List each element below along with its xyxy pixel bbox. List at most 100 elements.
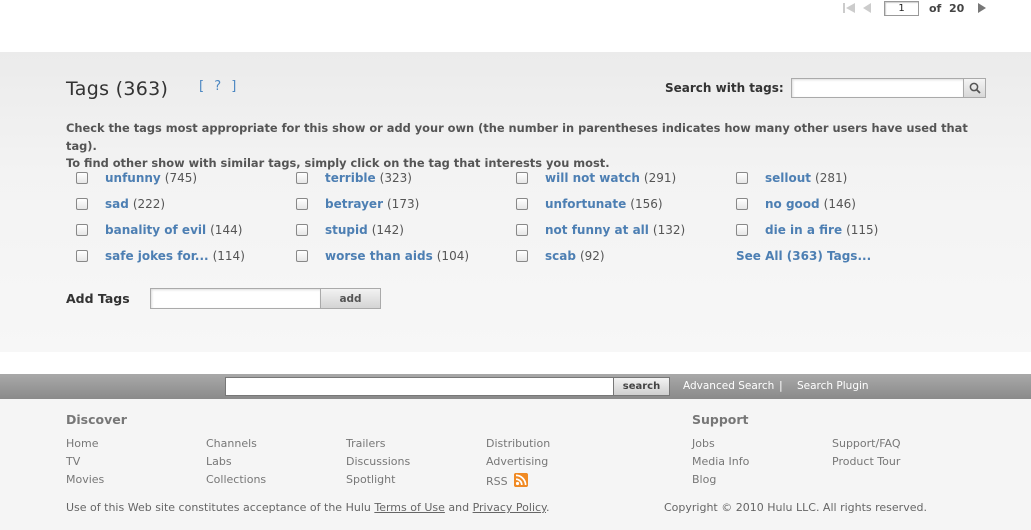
terms-of-use-link[interactable]: Terms of Use	[374, 501, 445, 514]
next-page-icon[interactable]	[977, 2, 987, 14]
tag-checkbox[interactable]	[736, 198, 748, 210]
tags-instructions: Check the tags most appropriate for this…	[66, 120, 986, 173]
footer-link-tv[interactable]: TV	[66, 455, 80, 468]
first-page-icon[interactable]	[843, 2, 856, 14]
footer-link-home[interactable]: Home	[66, 437, 98, 450]
see-all-tags-link[interactable]: See All (363) Tags...	[736, 249, 871, 263]
tag-checkbox[interactable]	[76, 224, 88, 236]
tag-item: safe jokes for... (114)	[76, 248, 245, 264]
footer-link-blog[interactable]: Blog	[692, 473, 716, 486]
footer-search-button[interactable]: search	[613, 377, 670, 396]
tag-link[interactable]: terrible	[325, 171, 376, 185]
tag-link[interactable]: stupid	[325, 223, 368, 237]
pager-strip: of 20	[0, 0, 1031, 52]
add-tags-input[interactable]	[150, 288, 321, 309]
tag-item: terrible (323)	[296, 170, 412, 186]
tag-item: no good (146)	[736, 196, 856, 212]
copyright-notice: Copyright © 2010 Hulu LLC. All rights re…	[664, 501, 927, 514]
footer-link-labs[interactable]: Labs	[206, 455, 232, 468]
pager-total-pages: 20	[949, 2, 965, 15]
rss-icon[interactable]	[514, 473, 528, 487]
footer-link-rss[interactable]: RSS	[486, 475, 508, 488]
tag-link[interactable]: betrayer	[325, 197, 383, 211]
tag-checkbox[interactable]	[76, 198, 88, 210]
legal-suffix: .	[546, 501, 550, 514]
tag-item: stupid (142)	[296, 222, 404, 238]
tag-item: sad (222)	[76, 196, 165, 212]
footer-search-input[interactable]	[225, 377, 614, 396]
tag-link[interactable]: unfortunate	[545, 197, 626, 211]
tag-item: worse than aids (104)	[296, 248, 469, 264]
tag-checkbox[interactable]	[296, 224, 308, 236]
tag-count: (156)	[630, 197, 663, 211]
tag-search-button[interactable]	[963, 78, 986, 98]
tag-item: unfortunate (156)	[516, 196, 663, 212]
tag-count: (104)	[436, 249, 470, 263]
tag-count: (173)	[387, 197, 420, 211]
footer-link-advertising[interactable]: Advertising	[486, 455, 548, 468]
footer-link-media-info[interactable]: Media Info	[692, 455, 749, 468]
footer-link-spotlight[interactable]: Spotlight	[346, 473, 395, 486]
advanced-search-link[interactable]: Advanced Search	[683, 380, 774, 392]
tag-link[interactable]: die in a fire	[765, 223, 842, 237]
page-number-input[interactable]	[884, 1, 919, 16]
tags-help-link[interactable]: [ ? ]	[199, 79, 239, 94]
tag-link[interactable]: safe jokes for...	[105, 249, 209, 263]
tag-item: betrayer (173)	[296, 196, 419, 212]
footer-link-distribution[interactable]: Distribution	[486, 437, 550, 450]
support-heading: Support	[692, 412, 749, 427]
privacy-policy-link[interactable]: Privacy Policy	[473, 501, 546, 514]
tag-checkbox[interactable]	[516, 224, 528, 236]
site-footer: Discover Support Home TV Movies Channels…	[0, 399, 1031, 530]
footer-link-channels[interactable]: Channels	[206, 437, 257, 450]
tag-item: unfunny (745)	[76, 170, 197, 186]
tag-checkbox[interactable]	[76, 250, 88, 262]
tag-item: die in a fire (115)	[736, 222, 878, 238]
footer-link-collections[interactable]: Collections	[206, 473, 266, 486]
tag-link[interactable]: scab	[545, 249, 576, 263]
tag-link[interactable]: unfunny	[105, 171, 161, 185]
tag-count: (144)	[210, 223, 243, 237]
tag-checkbox[interactable]	[296, 250, 308, 262]
tag-count: (142)	[371, 223, 404, 237]
footer-link-trailers[interactable]: Trailers	[346, 437, 386, 450]
tag-checkbox[interactable]	[736, 224, 748, 236]
footer-link-discussions[interactable]: Discussions	[346, 455, 410, 468]
add-tags-label: Add Tags	[66, 291, 130, 306]
tag-count: (132)	[652, 223, 686, 237]
footer-link-jobs[interactable]: Jobs	[692, 437, 715, 450]
tag-link[interactable]: no good	[765, 197, 820, 211]
tag-count: (745)	[164, 171, 198, 185]
tag-count: (323)	[379, 171, 412, 185]
tag-checkbox[interactable]	[516, 250, 528, 262]
tag-link[interactable]: sad	[105, 197, 129, 211]
tag-link[interactable]: banality of evil	[105, 223, 206, 237]
footer-link-support-faq[interactable]: Support/FAQ	[832, 437, 901, 450]
tag-link[interactable]: worse than aids	[325, 249, 433, 263]
tag-checkbox[interactable]	[296, 172, 308, 184]
tag-checkbox[interactable]	[516, 198, 528, 210]
tag-link[interactable]: not funny at all	[545, 223, 649, 237]
tag-checkbox[interactable]	[516, 172, 528, 184]
tag-checkbox[interactable]	[76, 172, 88, 184]
search-plugin-link[interactable]: Search Plugin	[797, 380, 869, 392]
tag-item: banality of evil (144)	[76, 222, 242, 238]
tag-count: (291)	[643, 171, 677, 185]
add-tag-button[interactable]: add	[320, 288, 381, 309]
tag-search-input[interactable]	[791, 78, 964, 98]
tag-checkbox[interactable]	[736, 172, 748, 184]
footer-link-movies[interactable]: Movies	[66, 473, 104, 486]
tag-checkbox[interactable]	[296, 198, 308, 210]
previous-page-icon[interactable]	[862, 2, 872, 14]
legal-notice: Use of this Web site constitutes accepta…	[66, 501, 550, 514]
tag-count: (114)	[212, 249, 245, 263]
search-icon	[969, 82, 981, 94]
tag-item: scab (92)	[516, 248, 605, 264]
footer-search-separator: |	[779, 379, 783, 392]
tag-link[interactable]: sellout	[765, 171, 811, 185]
discover-heading: Discover	[66, 412, 127, 427]
instructions-line-1: Check the tags most appropriate for this…	[66, 121, 968, 153]
tag-count: (146)	[823, 197, 856, 211]
footer-link-product-tour[interactable]: Product Tour	[832, 455, 900, 468]
tag-link[interactable]: will not watch	[545, 171, 640, 185]
